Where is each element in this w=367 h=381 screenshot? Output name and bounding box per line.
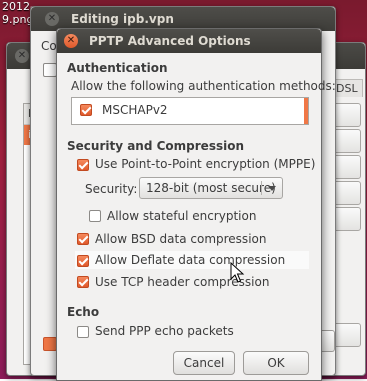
allow-stateful-checkbox[interactable] [89, 210, 101, 222]
send-echo-checkbox[interactable] [77, 326, 89, 338]
security-compression-heading: Security and Compression [67, 139, 244, 153]
chevron-down-icon [268, 186, 276, 191]
deflate-compression-checkbox[interactable] [77, 255, 89, 267]
security-label: Security: [85, 182, 138, 196]
security-select[interactable]: 128-bit (most secure) [139, 177, 283, 199]
use-mppe-label: Use Point-to-Point encryption (MPPE) [95, 157, 316, 171]
authentication-methods-list[interactable]: MSCHAPv2 [71, 97, 309, 125]
tcp-header-compression-checkbox[interactable] [77, 276, 89, 288]
close-icon[interactable]: ✕ [15, 49, 29, 63]
ok-button[interactable]: OK [243, 351, 309, 375]
dialog-title: PPTP Advanced Options [89, 34, 251, 48]
authentication-heading: Authentication [67, 61, 168, 75]
combo-separator [261, 181, 262, 195]
dialog-titlebar: ✕ PPTP Advanced Options [57, 29, 321, 53]
bsd-compression-checkbox[interactable] [77, 233, 89, 245]
desktop-file-label[interactable]: 9.png [2, 13, 33, 26]
connection-name-label: Co [41, 39, 57, 53]
mouse-cursor-icon [230, 262, 245, 283]
use-mppe-checkbox[interactable] [77, 159, 89, 171]
send-echo-label: Send PPP echo packets [95, 324, 234, 338]
authentication-prompt: Allow the following authentication metho… [71, 79, 336, 93]
mschapv2-label: MSCHAPv2 [102, 103, 168, 117]
close-icon[interactable]: ✕ [45, 12, 59, 26]
security-select-value: 128-bit (most secure) [146, 181, 276, 195]
bsd-compression-label: Allow BSD data compression [95, 232, 267, 246]
deflate-compression-label: Allow Deflate data compression [95, 253, 286, 267]
connect-automatically-checkbox[interactable] [43, 63, 57, 77]
close-icon[interactable]: ✕ [64, 34, 78, 48]
mschapv2-checkbox[interactable] [80, 104, 92, 116]
available-to-all-users-checkbox[interactable] [43, 337, 57, 351]
cancel-button[interactable]: Cancel [173, 351, 235, 375]
pptp-advanced-options-dialog: ✕ PPTP Advanced Options Authentication A… [56, 28, 336, 381]
echo-heading: Echo [67, 305, 100, 319]
allow-stateful-label: Allow stateful encryption [107, 209, 257, 223]
list-scrollbar[interactable] [304, 98, 308, 124]
